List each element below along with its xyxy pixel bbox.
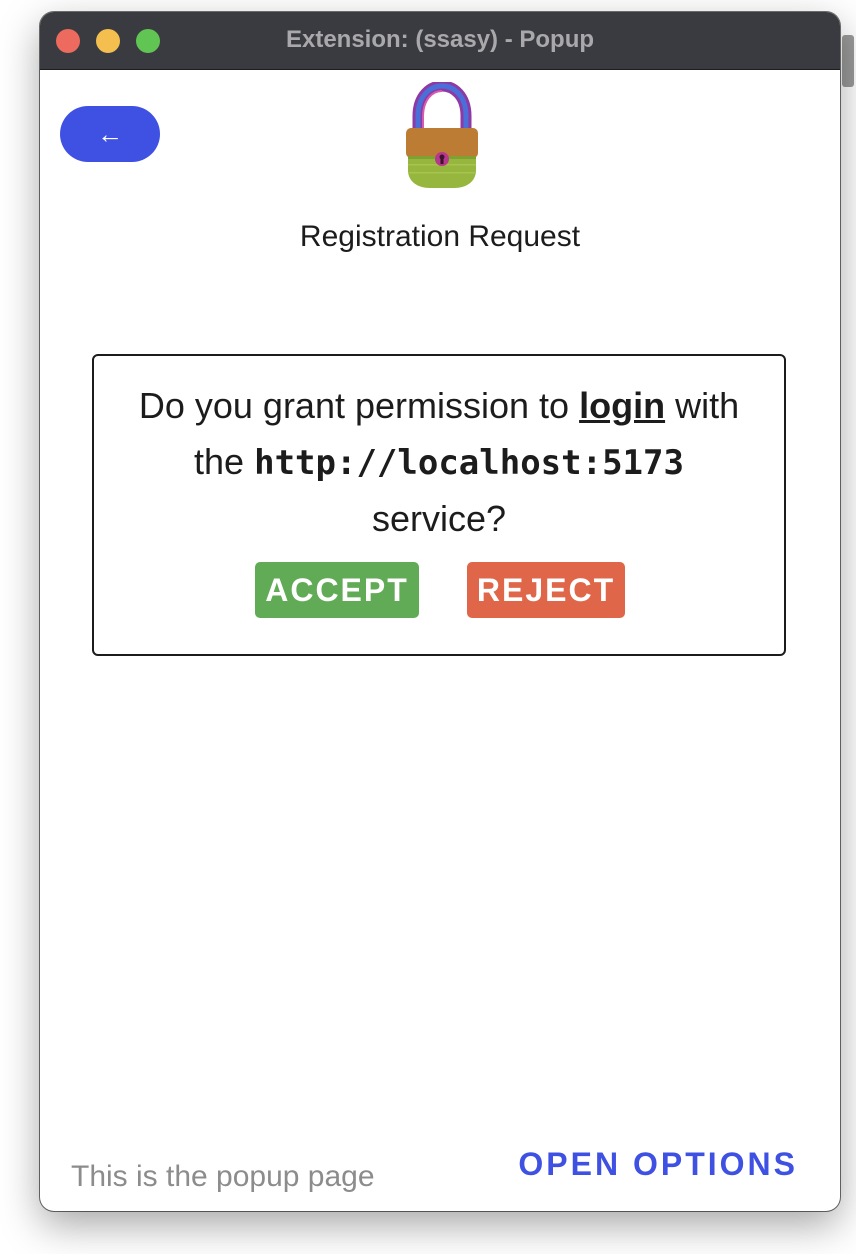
prompt-suffix: service? [371,498,507,539]
page-title: Registration Request [299,220,581,253]
title-bar: Extension: (ssasy) - Popup [40,12,840,70]
service-url: http://localhost:5173 [254,443,684,483]
padlock-icon [404,80,480,190]
accept-button[interactable]: ACCEPT [255,562,419,618]
footer-text: This is the popup page [71,1160,375,1193]
popup-window: Extension: (ssasy) - Popup ← Registratio… [40,12,840,1211]
prompt-middle-2: the [194,441,245,482]
permission-card: Do you grant permission to login with th… [92,354,786,656]
prompt-middle-1: with [675,385,740,426]
popup-content: ← Registration Request Do you grant perm… [40,70,840,1211]
permission-prompt: Do you grant permission to login with th… [94,378,784,547]
scrollbar-thumb[interactable] [842,35,854,87]
window-title: Extension: (ssasy) - Popup [285,26,595,53]
reject-button[interactable]: REJECT [467,562,625,618]
open-options-link[interactable]: OPEN OPTIONS [518,1146,798,1183]
arrow-left-icon: ← [97,118,123,149]
requested-action: login [579,385,666,426]
back-button[interactable]: ← [60,106,160,162]
prompt-prefix: Do you grant permission to [138,385,570,426]
